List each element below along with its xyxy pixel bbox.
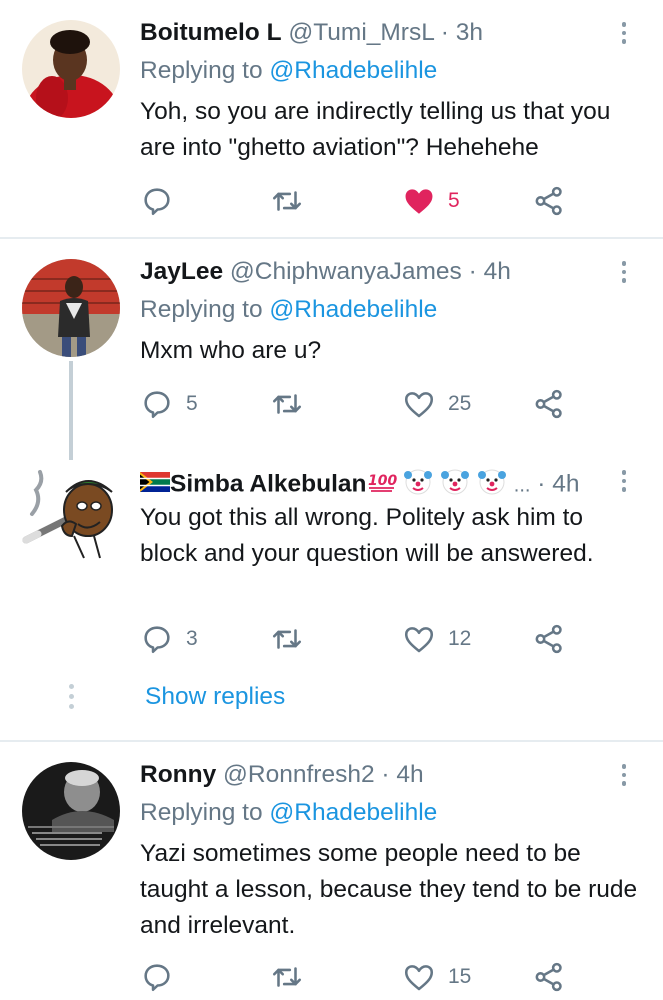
reply-button[interactable]: 3 xyxy=(140,622,198,656)
reply-count: 3 xyxy=(186,627,198,650)
retweet-button[interactable] xyxy=(270,622,316,656)
reply-icon xyxy=(144,626,170,654)
replying-to-mention[interactable]: @Rhadebelihle xyxy=(269,799,437,826)
avatar-simba[interactable] xyxy=(22,462,120,560)
tweet-text: You got this all wrong. Politely ask him… xyxy=(140,504,594,567)
clown-face-icon xyxy=(477,466,507,504)
thread-continuation-dots xyxy=(67,684,75,709)
action-bar: 15 xyxy=(140,960,580,994)
svg-text:100: 100 xyxy=(368,473,397,489)
author-handle[interactable]: @ChiphwanyaJames xyxy=(230,258,462,285)
more-options-icon[interactable] xyxy=(612,466,636,496)
author-name[interactable]: Ronny xyxy=(140,761,216,788)
like-button[interactable]: 12 xyxy=(402,622,471,656)
replying-to: Replying to @Rhadebelihle xyxy=(140,295,437,325)
more-options-icon[interactable] xyxy=(612,18,636,48)
replying-to: Replying to @Rhadebelihle xyxy=(140,56,437,86)
separator-dot: · xyxy=(440,19,449,46)
tweet-text: Mxm who are u? xyxy=(140,337,322,364)
like-button[interactable]: 5 xyxy=(402,184,460,218)
reply-icon xyxy=(144,964,170,992)
like-icon xyxy=(404,627,434,653)
tweet-2[interactable]: JayLee @ChiphwanyaJames · 4h Replying to… xyxy=(0,239,663,454)
timestamp[interactable]: 3h xyxy=(456,19,483,46)
timestamp[interactable]: 4h xyxy=(552,470,579,497)
avatar-boitumelo[interactable] xyxy=(22,20,120,118)
replying-to-label: Replying to xyxy=(140,296,263,323)
action-bar: 3 12 xyxy=(140,622,580,656)
author-name[interactable]: Boitumelo L xyxy=(140,19,282,46)
like-count: 15 xyxy=(448,965,472,988)
timestamp[interactable]: 4h xyxy=(484,258,511,285)
replying-to-label: Replying to xyxy=(140,799,263,826)
share-icon xyxy=(535,186,562,216)
author-handle[interactable]: @Ronnfresh2 xyxy=(223,761,375,788)
retweet-icon xyxy=(272,394,302,414)
reply-button[interactable] xyxy=(140,960,186,994)
reply-icon xyxy=(144,188,170,216)
replying-to-mention[interactable]: @Rhadebelihle xyxy=(269,296,437,323)
timestamp[interactable]: 4h xyxy=(396,761,423,788)
share-icon xyxy=(535,962,562,992)
author-name[interactable]: JayLee xyxy=(140,258,223,285)
share-button[interactable] xyxy=(532,622,566,656)
reply-button[interactable] xyxy=(140,184,186,218)
tweet-header: Simba Alkebulan 100 ... · 4h xyxy=(140,466,580,504)
share-icon xyxy=(535,389,562,419)
replying-to-label: Replying to xyxy=(140,57,263,84)
reply-count: 5 xyxy=(186,392,198,415)
like-button[interactable]: 15 xyxy=(402,960,471,994)
clown-face-icon xyxy=(403,466,433,504)
replying-to: Replying to @Rhadebelihle xyxy=(140,798,437,828)
share-icon xyxy=(535,624,562,654)
like-icon xyxy=(404,392,434,418)
avatar-jaylee[interactable] xyxy=(22,259,120,357)
thread-connector xyxy=(69,361,73,454)
flag-south-africa-icon xyxy=(140,470,170,500)
retweet-button[interactable] xyxy=(270,960,316,994)
show-replies-link[interactable]: Show replies xyxy=(145,682,285,712)
author-name[interactable]: Simba Alkebulan xyxy=(170,470,367,497)
like-count: 25 xyxy=(448,392,472,415)
retweet-icon xyxy=(272,967,302,987)
tweet-text: Yoh, so you are indirectly telling us th… xyxy=(140,98,611,161)
avatar-ronny[interactable] xyxy=(22,762,120,860)
share-button[interactable] xyxy=(532,960,566,994)
clown-face-icon xyxy=(440,466,470,504)
tweet-1[interactable]: Boitumelo L @Tumi_MrsL · 3h Replying to … xyxy=(0,0,663,238)
share-button[interactable] xyxy=(532,184,566,218)
author-handle-truncated[interactable]: ... xyxy=(514,474,531,496)
more-options-icon[interactable] xyxy=(612,760,636,790)
like-icon xyxy=(404,965,434,991)
like-icon-filled xyxy=(405,189,433,214)
tweet-4[interactable]: Ronny @Ronnfresh2 · 4h Replying to @Rhad… xyxy=(0,742,663,1000)
like-button[interactable]: 25 xyxy=(402,387,471,421)
hundred-points-icon: 100 xyxy=(367,469,397,501)
separator-dot: · xyxy=(468,258,477,285)
replying-to-mention[interactable]: @Rhadebelihle xyxy=(269,57,437,84)
like-count: 12 xyxy=(448,627,472,650)
reply-icon xyxy=(144,391,170,419)
author-handle[interactable]: @Tumi_MrsL xyxy=(288,19,434,46)
thread-connector xyxy=(69,454,73,460)
share-button[interactable] xyxy=(532,387,566,421)
retweet-button[interactable] xyxy=(270,184,316,218)
action-bar: 5 25 xyxy=(140,387,580,421)
tweet-3[interactable]: Simba Alkebulan 100 ... · 4h You got this… xyxy=(0,454,663,739)
retweet-icon xyxy=(272,629,302,649)
tweet-header: JayLee @ChiphwanyaJames · 4h xyxy=(140,257,511,287)
separator-dot: · xyxy=(381,761,390,788)
separator-dot: · xyxy=(537,470,546,498)
retweet-icon xyxy=(272,191,302,211)
reply-button[interactable]: 5 xyxy=(140,387,198,421)
like-count: 5 xyxy=(448,189,460,212)
tweet-header: Boitumelo L @Tumi_MrsL · 3h xyxy=(140,18,483,48)
tweet-header: Ronny @Ronnfresh2 · 4h xyxy=(140,760,424,790)
tweet-text: Yazi sometimes some people need to be ta… xyxy=(140,840,638,939)
action-bar: 5 xyxy=(140,184,580,218)
more-options-icon[interactable] xyxy=(612,257,636,287)
retweet-button[interactable] xyxy=(270,387,316,421)
